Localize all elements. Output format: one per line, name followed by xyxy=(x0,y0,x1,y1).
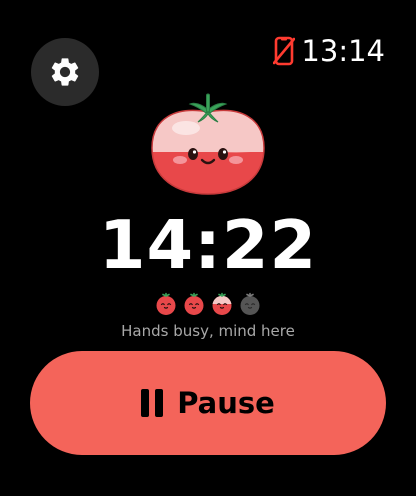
pause-icon xyxy=(141,389,164,417)
session-tomato-done-icon xyxy=(156,292,176,315)
pause-button[interactable]: Pause xyxy=(30,351,386,455)
gear-icon xyxy=(51,58,79,86)
phone-disconnected-icon xyxy=(273,36,296,66)
status-bar: 13:14 xyxy=(273,34,385,68)
session-tomato-done-icon xyxy=(184,292,204,315)
settings-button[interactable] xyxy=(31,38,99,106)
status-time: 13:14 xyxy=(301,34,385,68)
session-tomato-half-icon xyxy=(212,292,232,315)
pomodoro-screen: 13:14 14:22 Hands busy, mind here Pause xyxy=(0,0,416,496)
pause-button-label: Pause xyxy=(177,386,275,420)
session-tomato-pending-icon xyxy=(240,292,260,315)
tomato-mascot-icon xyxy=(146,90,270,200)
timer-display: 14:22 xyxy=(98,206,318,284)
tagline: Hands busy, mind here xyxy=(121,322,295,340)
session-progress xyxy=(0,292,416,316)
